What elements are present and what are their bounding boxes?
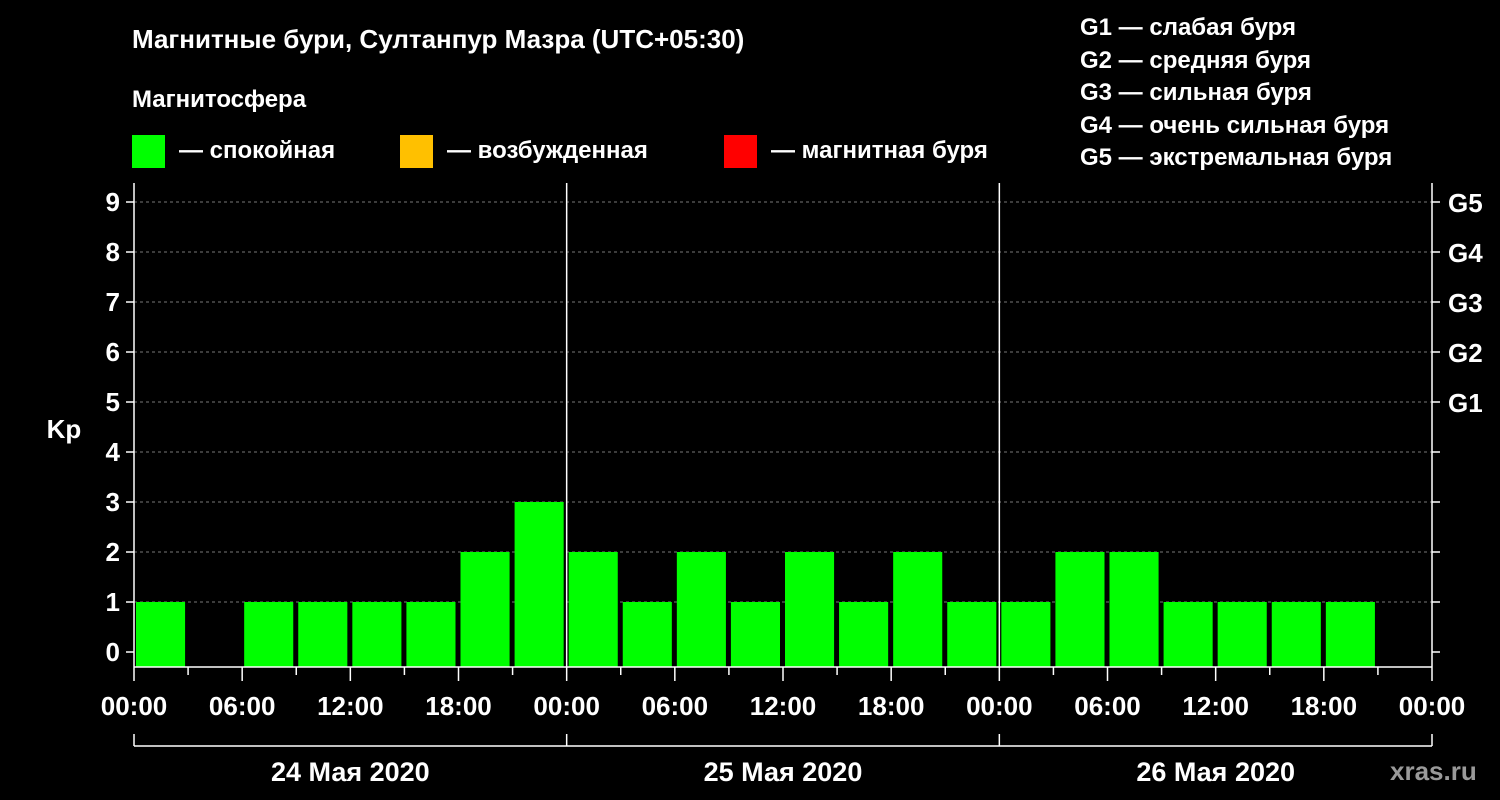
storm-level-tick-label: G5 xyxy=(1448,188,1483,218)
kp-bar xyxy=(406,602,456,667)
kp-bar xyxy=(676,552,726,667)
x-tick-label: 00:00 xyxy=(1399,691,1466,721)
x-tick-label: 00:00 xyxy=(966,691,1033,721)
kp-bar xyxy=(730,602,780,667)
kp-bar xyxy=(298,602,348,667)
x-tick-label: 12:00 xyxy=(317,691,384,721)
y-tick-label: 3 xyxy=(106,487,120,517)
x-tick-label: 18:00 xyxy=(858,691,925,721)
x-tick-label: 12:00 xyxy=(1182,691,1249,721)
x-tick-label: 00:00 xyxy=(101,691,168,721)
kp-bar xyxy=(1217,602,1267,667)
day-label: 25 Мая 2020 xyxy=(704,757,863,787)
kp-bar xyxy=(136,602,186,667)
kp-bar xyxy=(1055,552,1105,667)
kp-bar xyxy=(1163,602,1213,667)
storm-level-tick-label: G2 xyxy=(1448,338,1483,368)
y-axis-label: Kp xyxy=(47,414,82,444)
day-label: 26 Мая 2020 xyxy=(1136,757,1295,787)
y-tick-label: 4 xyxy=(106,437,121,467)
storm-level-tick-label: G1 xyxy=(1448,388,1483,418)
x-tick-label: 18:00 xyxy=(425,691,492,721)
kp-bar xyxy=(568,552,618,667)
y-tick-label: 6 xyxy=(106,337,120,367)
x-tick-label: 00:00 xyxy=(533,691,600,721)
storm-level-tick-label: G3 xyxy=(1448,288,1483,318)
kp-bar xyxy=(1271,602,1321,667)
kp-bar xyxy=(1325,602,1375,667)
y-tick-label: 0 xyxy=(106,637,120,667)
day-label: 24 Мая 2020 xyxy=(271,757,430,787)
x-tick-label: 18:00 xyxy=(1291,691,1358,721)
y-tick-label: 5 xyxy=(106,387,120,417)
y-tick-label: 7 xyxy=(106,287,120,317)
kp-bar xyxy=(514,502,564,667)
kp-bar xyxy=(947,602,997,667)
kp-bar xyxy=(352,602,402,667)
kp-bar-chart: 0 1 2 3 4 5 6 7 8 9 G1 G2 G3 G4 G5 Kp 00:00 06:00 12:00 18:… xyxy=(47,183,1483,787)
watermark: xras.ru xyxy=(1390,756,1477,786)
y-tick-label: 1 xyxy=(106,587,120,617)
storm-level-tick-label: G4 xyxy=(1448,238,1483,268)
kp-bar xyxy=(460,552,510,667)
kp-bar xyxy=(1109,552,1159,667)
kp-bar xyxy=(893,552,943,667)
kp-bar xyxy=(839,602,889,667)
y-tick-label: 2 xyxy=(106,537,120,567)
kp-bar xyxy=(1001,602,1051,667)
kp-bar xyxy=(785,552,835,667)
kp-bar xyxy=(622,602,672,667)
x-tick-label: 06:00 xyxy=(209,691,276,721)
y-tick-label: 9 xyxy=(106,187,120,217)
kp-bar xyxy=(244,602,294,667)
y-tick-label: 8 xyxy=(106,237,120,267)
x-tick-label: 12:00 xyxy=(750,691,817,721)
x-tick-label: 06:00 xyxy=(642,691,709,721)
x-tick-label: 06:00 xyxy=(1074,691,1141,721)
